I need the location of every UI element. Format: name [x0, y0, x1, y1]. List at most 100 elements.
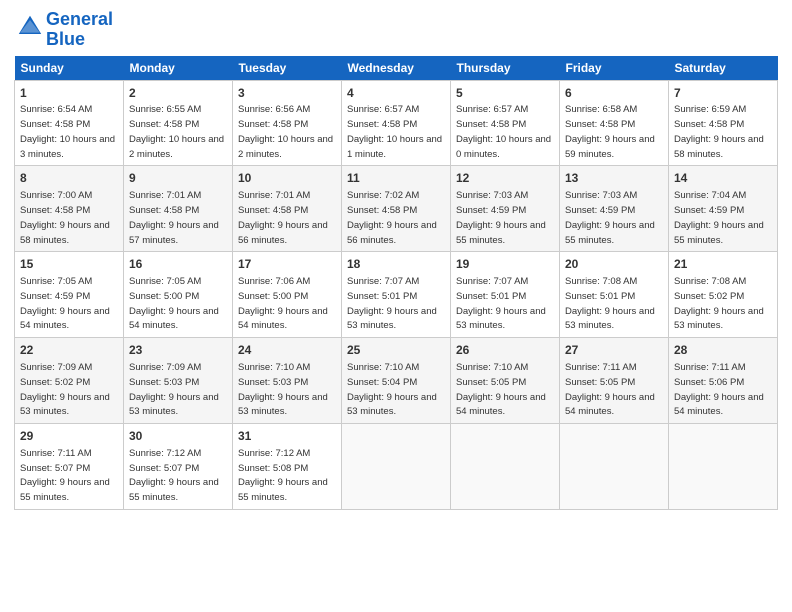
day-cell-19: 19 Sunrise: 7:07 AMSunset: 5:01 PMDayligh… [451, 252, 560, 338]
day-cell-30: 30 Sunrise: 7:12 AMSunset: 5:07 PMDayligh… [124, 424, 233, 510]
day-number: 26 [456, 342, 554, 359]
day-detail: Sunrise: 7:03 AMSunset: 4:59 PMDaylight:… [456, 190, 546, 245]
day-detail: Sunrise: 7:11 AMSunset: 5:05 PMDaylight:… [565, 362, 655, 417]
day-cell-4: 4 Sunrise: 6:57 AMSunset: 4:58 PMDaylight… [342, 80, 451, 166]
day-number: 16 [129, 256, 227, 273]
week-row-5: 29 Sunrise: 7:11 AMSunset: 5:07 PMDayligh… [15, 424, 778, 510]
day-cell-3: 3 Sunrise: 6:56 AMSunset: 4:58 PMDaylight… [233, 80, 342, 166]
day-number: 29 [20, 428, 118, 445]
day-number: 4 [347, 85, 445, 102]
day-number: 15 [20, 256, 118, 273]
day-cell-7: 7Sunrise: 6:59 AMSunset: 4:58 PMDaylight… [669, 80, 778, 166]
day-number: 14 [674, 170, 772, 187]
day-detail: Sunrise: 7:01 AMSunset: 4:58 PMDaylight:… [129, 190, 219, 245]
day-number: 5 [456, 85, 554, 102]
day-cell-28: 28 Sunrise: 7:11 AMSunset: 5:06 PMDayligh… [669, 338, 778, 424]
day-detail: Sunrise: 7:08 AMSunset: 5:02 PMDaylight:… [674, 276, 764, 331]
day-cell-31: 31 Sunrise: 7:12 AMSunset: 5:08 PMDayligh… [233, 424, 342, 510]
day-cell-16: 16Sunrise: 7:05 AMSunset: 5:00 PMDayligh… [124, 252, 233, 338]
day-cell-13: 13Sunrise: 7:03 AMSunset: 4:59 PMDayligh… [560, 166, 669, 252]
day-detail: Sunrise: 7:02 AMSunset: 4:58 PMDaylight:… [347, 190, 437, 245]
day-number: 1 [20, 85, 118, 102]
day-cell-25: 25 Sunrise: 7:10 AMSunset: 5:04 PMDayligh… [342, 338, 451, 424]
day-detail: Sunrise: 7:10 AMSunset: 5:04 PMDaylight:… [347, 362, 437, 417]
day-cell-1: 1 Sunrise: 6:54 AMSunset: 4:58 PMDaylight… [15, 80, 124, 166]
col-header-saturday: Saturday [669, 56, 778, 81]
day-number: 19 [456, 256, 554, 273]
day-detail: Sunrise: 7:05 AMSunset: 4:59 PMDaylight:… [20, 276, 110, 331]
day-detail: Sunrise: 6:56 AMSunset: 4:58 PMDaylight:… [238, 104, 333, 159]
col-header-wednesday: Wednesday [342, 56, 451, 81]
day-cell-27: 27 Sunrise: 7:11 AMSunset: 5:05 PMDayligh… [560, 338, 669, 424]
calendar-table: SundayMondayTuesdayWednesdayThursdayFrid… [14, 56, 778, 510]
col-header-friday: Friday [560, 56, 669, 81]
day-cell-18: 18 Sunrise: 7:07 AMSunset: 5:01 PMDayligh… [342, 252, 451, 338]
logo-blue: Blue [46, 29, 85, 49]
day-detail: Sunrise: 7:10 AMSunset: 5:05 PMDaylight:… [456, 362, 546, 417]
week-row-2: 8 Sunrise: 7:00 AMSunset: 4:58 PMDaylight… [15, 166, 778, 252]
empty-cell [342, 424, 451, 510]
day-number: 25 [347, 342, 445, 359]
day-number: 11 [347, 170, 445, 187]
day-detail: Sunrise: 6:58 AMSunset: 4:58 PMDaylight:… [565, 104, 655, 159]
day-detail: Sunrise: 7:07 AMSunset: 5:01 PMDaylight:… [456, 276, 546, 331]
empty-cell [451, 424, 560, 510]
calendar-header-row: SundayMondayTuesdayWednesdayThursdayFrid… [15, 56, 778, 81]
day-cell-5: 5Sunrise: 6:57 AMSunset: 4:58 PMDaylight… [451, 80, 560, 166]
day-number: 2 [129, 85, 227, 102]
week-row-4: 22 Sunrise: 7:09 AMSunset: 5:02 PMDayligh… [15, 338, 778, 424]
col-header-monday: Monday [124, 56, 233, 81]
day-detail: Sunrise: 7:08 AMSunset: 5:01 PMDaylight:… [565, 276, 655, 331]
day-number: 12 [456, 170, 554, 187]
day-number: 31 [238, 428, 336, 445]
logo-icon [16, 13, 44, 41]
day-number: 28 [674, 342, 772, 359]
day-detail: Sunrise: 7:00 AMSunset: 4:58 PMDaylight:… [20, 190, 110, 245]
week-row-1: 1 Sunrise: 6:54 AMSunset: 4:58 PMDaylight… [15, 80, 778, 166]
logo-text: General Blue [46, 10, 113, 50]
day-detail: Sunrise: 7:07 AMSunset: 5:01 PMDaylight:… [347, 276, 437, 331]
day-cell-14: 14 Sunrise: 7:04 AMSunset: 4:59 PMDayligh… [669, 166, 778, 252]
day-number: 3 [238, 85, 336, 102]
col-header-sunday: Sunday [15, 56, 124, 81]
day-cell-24: 24 Sunrise: 7:10 AMSunset: 5:03 PMDayligh… [233, 338, 342, 424]
day-number: 27 [565, 342, 663, 359]
day-detail: Sunrise: 7:10 AMSunset: 5:03 PMDaylight:… [238, 362, 328, 417]
day-detail: Sunrise: 6:54 AMSunset: 4:58 PMDaylight:… [20, 104, 115, 159]
day-number: 22 [20, 342, 118, 359]
empty-cell [669, 424, 778, 510]
logo: General Blue [14, 10, 113, 50]
day-number: 24 [238, 342, 336, 359]
day-detail: Sunrise: 7:11 AMSunset: 5:06 PMDaylight:… [674, 362, 764, 417]
day-detail: Sunrise: 7:03 AMSunset: 4:59 PMDaylight:… [565, 190, 655, 245]
day-number: 21 [674, 256, 772, 273]
day-detail: Sunrise: 6:57 AMSunset: 4:58 PMDaylight:… [347, 104, 442, 159]
page-container: General Blue SundayMondayTuesdayWednesda… [0, 0, 792, 520]
day-detail: Sunrise: 7:12 AMSunset: 5:07 PMDaylight:… [129, 448, 219, 503]
day-number: 8 [20, 170, 118, 187]
day-detail: Sunrise: 7:04 AMSunset: 4:59 PMDaylight:… [674, 190, 764, 245]
day-number: 20 [565, 256, 663, 273]
day-detail: Sunrise: 7:11 AMSunset: 5:07 PMDaylight:… [20, 448, 110, 503]
day-number: 23 [129, 342, 227, 359]
day-cell-2: 2 Sunrise: 6:55 AMSunset: 4:58 PMDaylight… [124, 80, 233, 166]
day-detail: Sunrise: 7:01 AMSunset: 4:58 PMDaylight:… [238, 190, 328, 245]
day-cell-10: 10Sunrise: 7:01 AMSunset: 4:58 PMDayligh… [233, 166, 342, 252]
day-cell-6: 6 Sunrise: 6:58 AMSunset: 4:58 PMDaylight… [560, 80, 669, 166]
day-cell-23: 23Sunrise: 7:09 AMSunset: 5:03 PMDayligh… [124, 338, 233, 424]
empty-cell [560, 424, 669, 510]
day-cell-17: 17Sunrise: 7:06 AMSunset: 5:00 PMDayligh… [233, 252, 342, 338]
day-number: 18 [347, 256, 445, 273]
day-cell-20: 20 Sunrise: 7:08 AMSunset: 5:01 PMDayligh… [560, 252, 669, 338]
day-cell-8: 8 Sunrise: 7:00 AMSunset: 4:58 PMDaylight… [15, 166, 124, 252]
day-number: 30 [129, 428, 227, 445]
day-detail: Sunrise: 7:09 AMSunset: 5:02 PMDaylight:… [20, 362, 110, 417]
day-detail: Sunrise: 7:12 AMSunset: 5:08 PMDaylight:… [238, 448, 328, 503]
day-cell-29: 29 Sunrise: 7:11 AMSunset: 5:07 PMDayligh… [15, 424, 124, 510]
day-number: 17 [238, 256, 336, 273]
day-cell-21: 21 Sunrise: 7:08 AMSunset: 5:02 PMDayligh… [669, 252, 778, 338]
col-header-tuesday: Tuesday [233, 56, 342, 81]
day-detail: Sunrise: 6:59 AMSunset: 4:58 PMDaylight:… [674, 104, 764, 159]
day-detail: Sunrise: 6:55 AMSunset: 4:58 PMDaylight:… [129, 104, 224, 159]
day-number: 6 [565, 85, 663, 102]
